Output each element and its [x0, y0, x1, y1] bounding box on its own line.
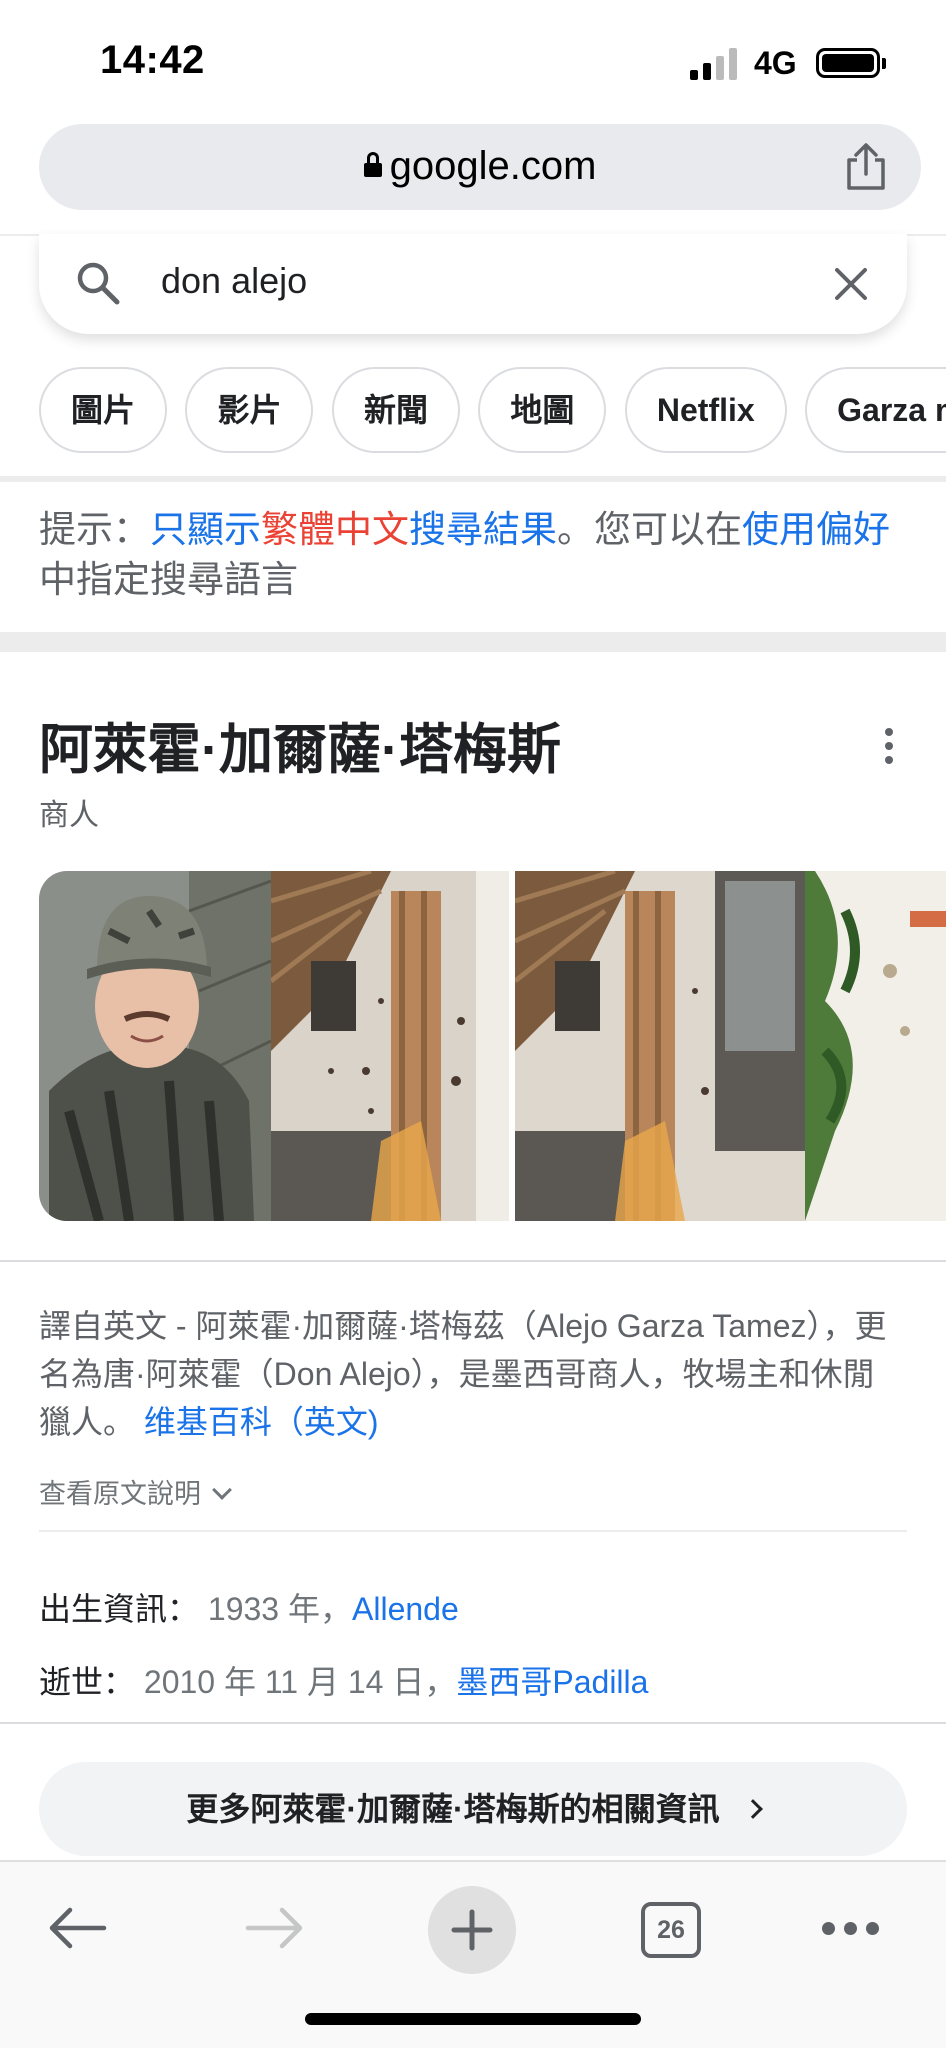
chip-news[interactable]: 新聞: [331, 367, 460, 453]
image-carousel[interactable]: [39, 871, 946, 1221]
death-fact: 逝世： 2010 年 11 月 14 日，墨西哥Padilla: [39, 1657, 648, 1703]
plus-icon: [451, 1909, 493, 1951]
url-text: google.com: [389, 144, 597, 188]
birth-place-link[interactable]: Allende: [352, 1591, 459, 1627]
language-hint: 提示：只顯示繁體中文搜尋結果。您可以在使用偏好中指定搜尋語言: [39, 505, 909, 605]
portrait-image[interactable]: [39, 871, 271, 1221]
death-value: 2010 年 11 月 14 日，: [143, 1664, 457, 1700]
traditional-chinese-only-link[interactable]: 只顯示繁體中文搜尋結果: [150, 509, 557, 550]
panel-divider: [0, 1260, 946, 1262]
section-divider: [0, 632, 946, 652]
see-original-toggle[interactable]: 查看原文說明: [39, 1472, 232, 1511]
search-box[interactable]: [39, 234, 907, 334]
more-info-button[interactable]: 更多阿萊霍·加爾薩·塔梅斯的相關資訊: [39, 1762, 907, 1856]
entity-title: 阿萊霍·加爾薩·塔梅斯: [39, 720, 561, 780]
chip-images[interactable]: 圖片: [39, 367, 168, 453]
search-input[interactable]: [161, 260, 721, 302]
back-arrow-icon[interactable]: [46, 1906, 108, 1950]
more-menu-icon[interactable]: [822, 1922, 880, 1936]
hint-middle: 。您可以在: [557, 509, 742, 550]
share-icon[interactable]: [843, 142, 889, 192]
chip-maps[interactable]: 地圖: [478, 367, 607, 453]
preferences-link[interactable]: 使用偏好: [742, 509, 890, 550]
tab-switcher-button[interactable]: 26: [641, 1902, 701, 1958]
search-icon: [77, 262, 120, 305]
house-image-2[interactable]: [515, 871, 946, 1221]
chevron-down-icon: [212, 1480, 232, 1500]
url-display[interactable]: google.com: [39, 144, 921, 189]
battery-icon: [816, 48, 880, 78]
home-indicator: [305, 2013, 641, 2025]
address-bar[interactable]: google.com: [39, 124, 921, 210]
birth-label: 出生資訊：: [39, 1591, 200, 1627]
birth-fact: 出生資訊： 1933 年，Allende: [39, 1584, 459, 1630]
lock-icon: [363, 152, 382, 177]
death-place-link[interactable]: 墨西哥Padilla: [456, 1664, 648, 1700]
section-divider: [0, 476, 946, 482]
entity-subtitle: 商人: [39, 799, 99, 832]
more-options-icon[interactable]: [882, 726, 896, 766]
chip-garza[interactable]: Garza mo: [805, 367, 946, 453]
chevron-right-icon: [742, 1799, 763, 1819]
chip-netflix[interactable]: Netflix: [624, 367, 787, 453]
network-type: 4G: [754, 45, 797, 81]
battery-cap: [882, 58, 886, 69]
hint-prefix: 提示：: [39, 509, 150, 550]
panel-bottom-divider: [0, 1722, 946, 1724]
entity-description: 譯自英文 - 阿萊霍·加爾薩·塔梅茲（Alejo Garza Tamez），更名…: [39, 1302, 899, 1446]
new-tab-button[interactable]: [428, 1886, 516, 1974]
signal-icon: [690, 48, 740, 80]
facts-divider: [39, 1530, 907, 1532]
forward-arrow-icon[interactable]: [244, 1906, 306, 1950]
search-filter-chips: 圖片 影片 新聞 地圖 Netflix Garza mo: [39, 367, 946, 455]
status-bar: 14:42 4G: [0, 0, 946, 118]
status-time: 14:42: [100, 38, 205, 82]
birth-value: 1933 年，: [207, 1591, 352, 1627]
clear-icon[interactable]: [831, 264, 871, 304]
chip-videos[interactable]: 影片: [185, 367, 314, 453]
hint-suffix: 中指定搜尋語言: [39, 559, 298, 600]
house-image-1[interactable]: [271, 871, 509, 1221]
wikipedia-link[interactable]: 维基百科（英文): [144, 1404, 379, 1440]
death-label: 逝世：: [39, 1664, 136, 1700]
